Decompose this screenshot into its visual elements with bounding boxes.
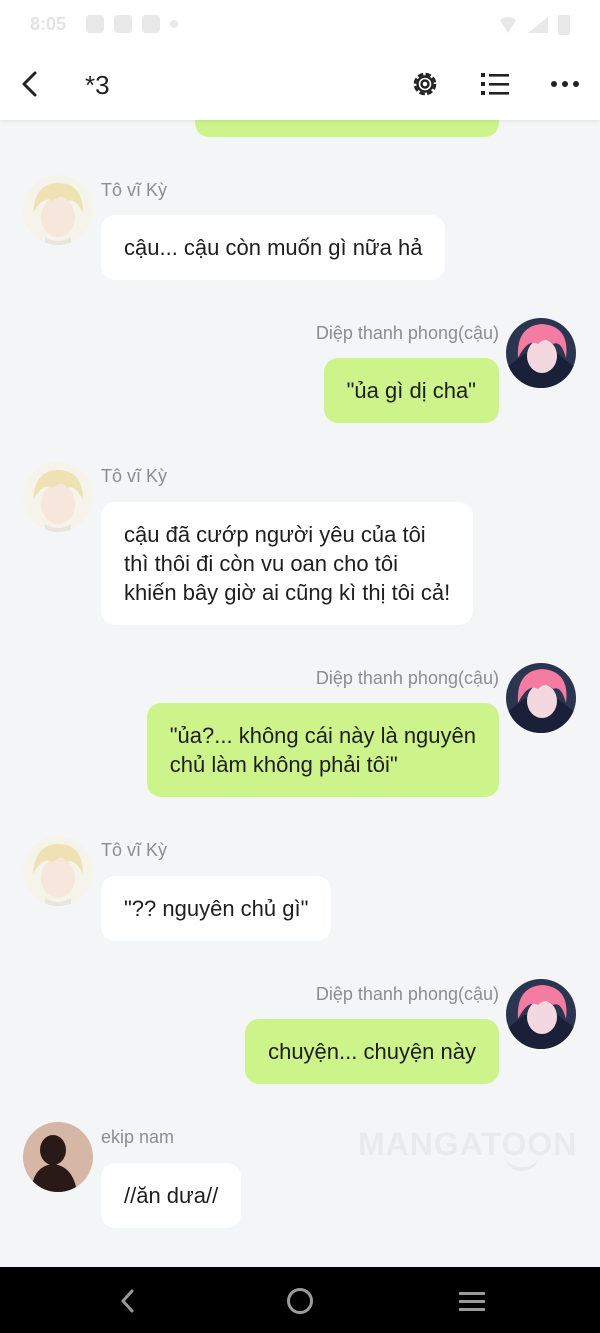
chapter-list-button[interactable] [475,64,515,104]
blond-character-avatar-icon [23,462,93,532]
pink-hair-character-avatar-icon [506,663,576,733]
avatar-to-vi-ky[interactable] [23,175,93,245]
message-text-line: "ủa?... không cái này là nguyên [169,723,476,748]
watermark-smile-icon [505,1155,539,1171]
settings-notification-icon [86,15,104,33]
message-text: //ăn dưa// [124,1183,219,1208]
avatar-diep-thanh-phong[interactable] [506,663,576,733]
battery-icon [558,15,570,35]
sender-name: ekip nam [101,1127,175,1147]
message-text: "?? nguyên chủ gì" [124,896,309,921]
more-button[interactable] [545,64,585,104]
status-time: 8:05 [30,14,67,34]
nav-home-button[interactable] [280,1281,320,1321]
pink-hair-character-avatar-icon [506,318,576,388]
dot-notification-icon [170,20,178,28]
message-text-line: chủ làm không phải tôi" [169,752,398,777]
message-bubble: chuyện... chuyện này [245,1019,499,1084]
nav-home-icon [287,1288,313,1314]
more-icon [551,81,579,87]
signal-icon [528,17,548,33]
avatar-diep-thanh-phong[interactable] [506,979,576,1049]
app-notification-icon [114,15,132,33]
message-bubble: "?? nguyên chủ gì" [101,876,332,941]
sender-name: Tô vĩ Kỳ [101,180,168,200]
nav-menu-button[interactable] [452,1281,492,1321]
blond-character-avatar-icon [23,836,93,906]
sender-name: Diệp thanh phong(cậu) [315,668,499,688]
message-bubble: cậu đã cướp người yêu của tôi thì thôi đ… [101,502,474,625]
sender-name: Tô vĩ Kỳ [101,466,168,486]
watermark: MANGATOON [358,1126,578,1162]
avatar-ekip-nam[interactable] [23,1122,93,1192]
avatar-to-vi-ky[interactable] [23,836,93,906]
message-text-line: cậu đã cướp người yêu của tôi [124,522,426,547]
nav-back-button[interactable] [108,1281,148,1321]
system-navigation-bar [0,1267,600,1333]
app-header: *3 [0,50,600,120]
settings-button[interactable] [405,64,445,104]
message-bubble: "ủa?... không cái này là nguyên chủ làm … [146,703,499,797]
page-title: *3 [85,70,110,100]
message-text: chuyện... chuyện này [268,1039,476,1064]
message-text-line: thì thôi đi còn vu oan cho tôi [124,551,398,576]
nav-menu-icon [459,1292,485,1311]
back-button[interactable] [10,64,50,104]
back-arrow-icon [22,71,37,97]
avatar-diep-thanh-phong[interactable] [506,318,576,388]
silhouette-avatar-icon [23,1122,93,1192]
pink-hair-character-avatar-icon [506,979,576,1049]
blond-character-avatar-icon [23,175,93,245]
status-bar: 8:05 [0,0,600,50]
gear-icon [413,72,437,96]
sender-name: Diệp thanh phong(cậu) [315,323,499,343]
message-bubble: //ăn dưa// [101,1163,242,1228]
message-notification-icon [142,15,160,33]
sender-name: Diệp thanh phong(cậu) [315,984,499,1004]
status-notification-icons [86,15,178,33]
list-icon [481,73,509,95]
message-text: "ủa gì dị cha" [346,378,476,403]
message-text-line: khiến bây giờ ai cũng kì thị tôi cả! [124,580,451,605]
avatar-to-vi-ky[interactable] [23,462,93,532]
message-bubble: cậu... cậu còn muốn gì nữa hả [101,215,446,280]
status-system-icons [498,15,570,35]
message-bubble: "ủa gì dị cha" [323,358,499,423]
nav-back-icon [121,1289,134,1313]
sender-name: Tô vĩ Kỳ [101,840,168,860]
wifi-icon [498,17,518,33]
message-text: cậu... cậu còn muốn gì nữa hả [124,235,423,260]
